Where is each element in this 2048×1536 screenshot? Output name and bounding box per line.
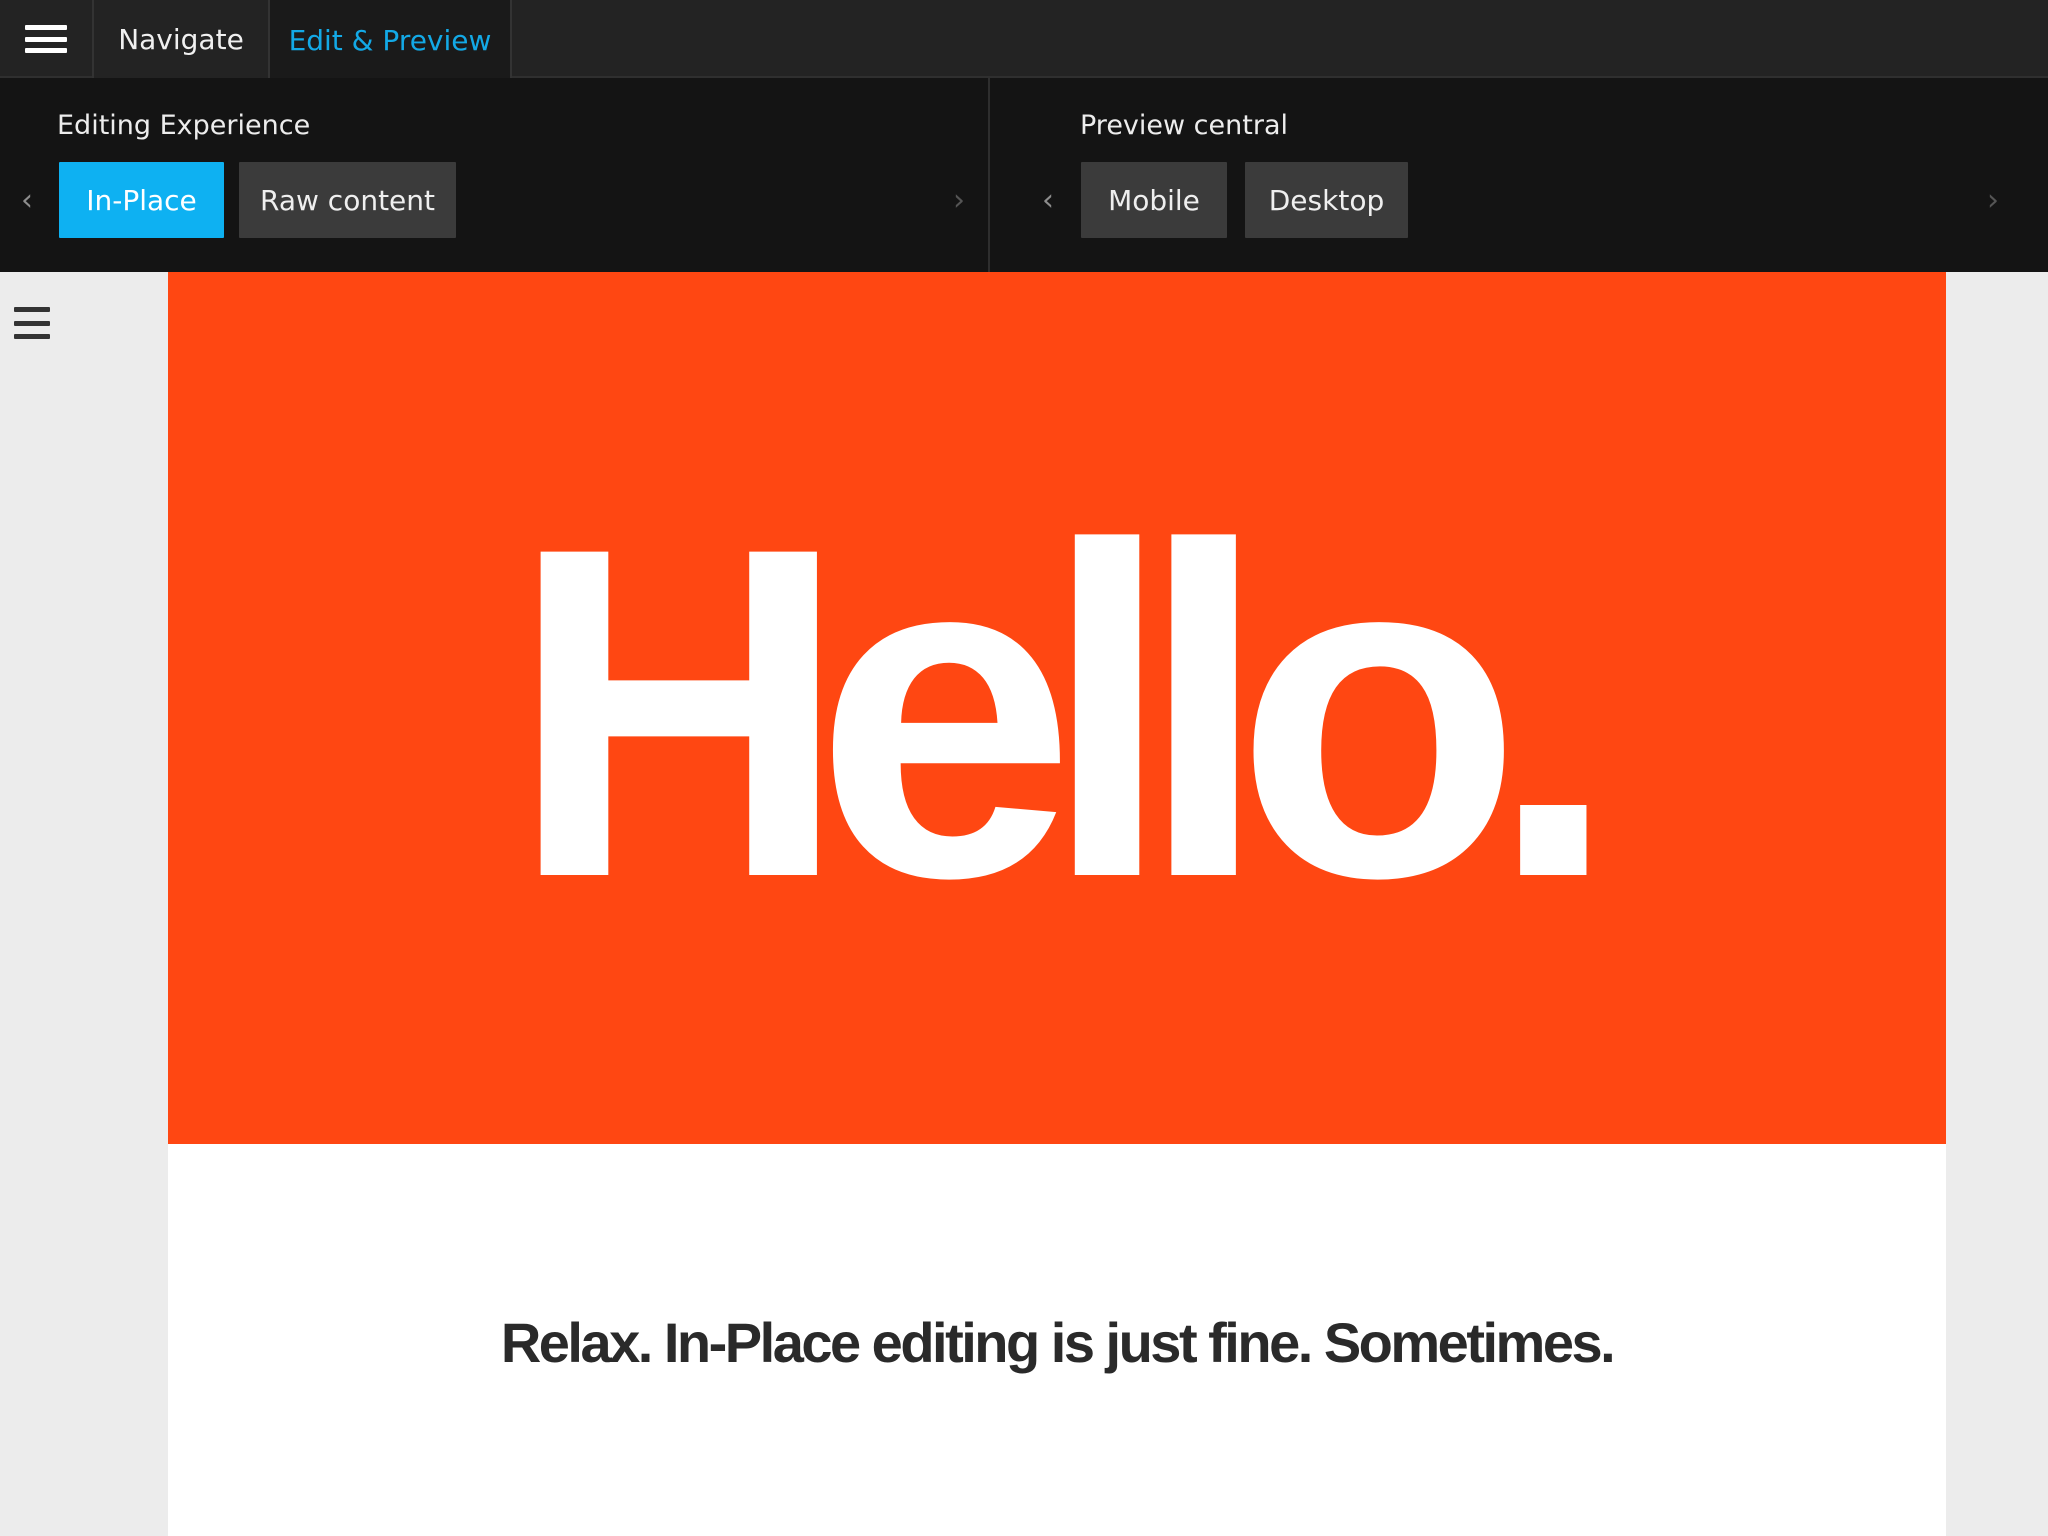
tab-edit-preview[interactable]: Edit & Preview [270, 0, 512, 80]
in-place-button[interactable]: In-Place [59, 162, 224, 238]
chevron-left-icon[interactable]: ‹ [1033, 182, 1063, 218]
hero-banner[interactable]: Hello. [168, 272, 1946, 1144]
tagline-text[interactable]: Relax. In-Place editing is just fine. So… [168, 1310, 1946, 1375]
desktop-button[interactable]: Desktop [1245, 162, 1408, 238]
raw-content-button[interactable]: Raw content [239, 162, 456, 238]
hamburger-icon [14, 307, 50, 312]
tab-navigate[interactable]: Navigate [94, 0, 270, 78]
hero-heading[interactable]: Hello. [509, 478, 1619, 948]
preview-page: Hello. Relax. In-Place editing is just f… [168, 272, 1946, 1536]
preview-central-panel: Preview central ‹ Mobile Desktop › [990, 78, 2048, 272]
main-menu-button[interactable] [0, 0, 94, 78]
top-tab-bar: Navigate Edit & Preview [0, 0, 2048, 80]
chevron-right-icon[interactable]: › [1978, 182, 2008, 218]
preview-central-title: Preview central [1080, 110, 1288, 141]
hamburger-icon [25, 25, 67, 53]
edit-preview-toolbar: Editing Experience ‹ In-Place Raw conten… [0, 78, 2048, 272]
chevron-right-icon[interactable]: › [944, 182, 974, 218]
editing-experience-panel: Editing Experience ‹ In-Place Raw conten… [0, 78, 990, 272]
mobile-button[interactable]: Mobile [1081, 162, 1227, 238]
chevron-left-icon[interactable]: ‹ [12, 182, 42, 218]
editing-experience-title: Editing Experience [57, 110, 311, 141]
page-menu-button[interactable] [14, 307, 50, 339]
